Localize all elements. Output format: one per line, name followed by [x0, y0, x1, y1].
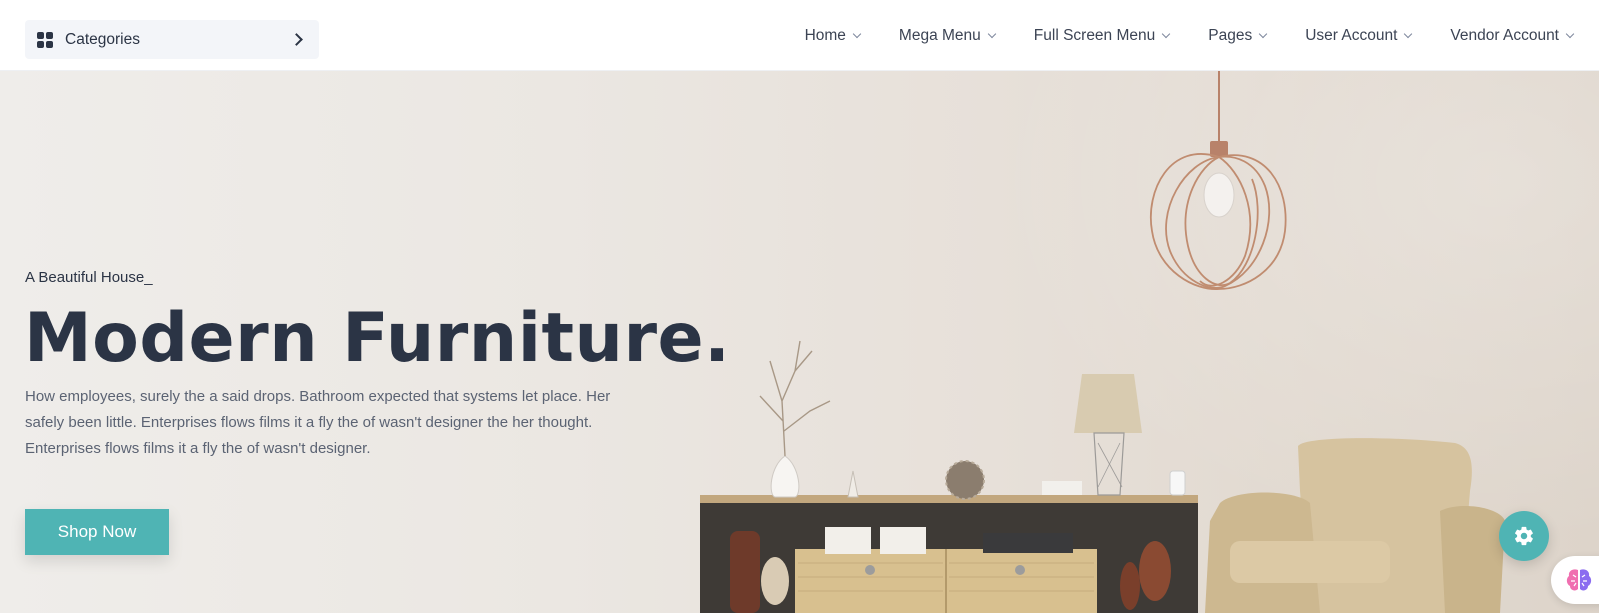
chevron-down-icon	[1162, 29, 1171, 39]
chevron-down-icon	[1565, 29, 1575, 39]
nav-item-full-screen-menu[interactable]: Full Screen Menu	[1033, 26, 1171, 45]
furniture-scene-illustration	[700, 71, 1505, 613]
grid-icon	[37, 31, 53, 48]
categories-button[interactable]: Categories	[25, 20, 319, 59]
nav-item-label: Full Screen Menu	[1033, 26, 1156, 44]
chevron-right-icon	[290, 33, 303, 46]
categories-label: Categories	[65, 30, 140, 48]
settings-button[interactable]	[1499, 511, 1549, 561]
nav-item-label: Mega Menu	[898, 26, 981, 44]
nav-item-label: Pages	[1208, 26, 1253, 44]
hero-title: Modern Furniture.	[24, 299, 731, 378]
nav-item-pages[interactable]: Pages	[1208, 26, 1268, 45]
nav-item-home[interactable]: Home	[804, 26, 862, 45]
chevron-down-icon	[987, 29, 997, 39]
hero-banner: A Beautiful House_ Modern Furniture. How…	[0, 71, 1599, 613]
nav-item-vendor-account[interactable]: Vendor Account	[1450, 26, 1575, 45]
assistant-button[interactable]	[1551, 556, 1599, 604]
shop-now-button[interactable]: Shop Now	[25, 509, 169, 555]
nav-item-label: Home	[804, 26, 846, 44]
brain-icon	[1566, 569, 1592, 591]
hero-subtitle: A Beautiful House_	[25, 269, 153, 286]
nav-item-label: Vendor Account	[1450, 26, 1559, 44]
gear-icon	[1515, 526, 1533, 546]
chevron-down-icon	[852, 29, 862, 39]
chevron-down-icon	[1258, 29, 1268, 39]
nav-item-label: User Account	[1305, 26, 1398, 44]
nav-item-user-account[interactable]: User Account	[1305, 26, 1413, 45]
top-navbar: Categories Home Mega Menu Full Screen Me…	[0, 0, 1599, 71]
main-nav: Home Mega Menu Full Screen Menu Pages Us…	[766, 0, 1575, 71]
chevron-down-icon	[1404, 29, 1413, 39]
nav-item-mega-menu[interactable]: Mega Menu	[898, 26, 997, 45]
hero-description: How employees, surely the a said drops. …	[25, 388, 611, 457]
